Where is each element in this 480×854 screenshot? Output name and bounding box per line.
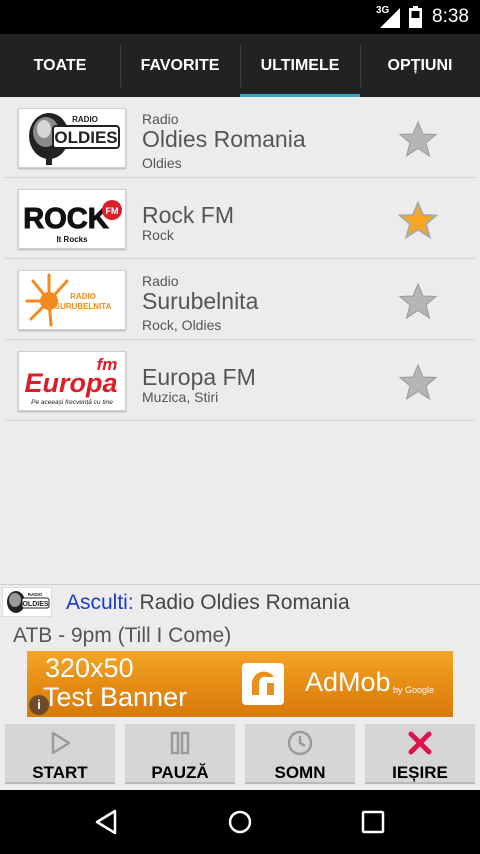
tab-bar: TOATE FAVORITE ULTIMELE OPȚIUNI [0,34,480,97]
admob-logo-icon [242,663,284,705]
svg-text:FM: FM [106,206,119,216]
tab-label: TOATE [33,56,87,74]
back-icon[interactable] [91,807,121,837]
ad-banner-brand: AdMob [305,667,391,697]
exit-button[interactable]: IEȘIRE [365,724,475,784]
star-icon[interactable] [398,119,438,159]
play-icon [51,731,71,755]
station-name: Oldies Romania [142,126,306,152]
svg-text:SURUBELNITA: SURUBELNITA [55,302,112,311]
start-label: START [32,763,88,782]
pause-label: PAUZĂ [151,763,209,782]
svg-text:OLDIES: OLDIES [22,601,48,608]
station-genres: Oldies [142,155,182,171]
station-prefix: Radio [142,111,179,127]
playback-controls: START PAUZĂ SOMN IEȘIRE [0,722,480,790]
tab-label: ULTIMELE [260,56,340,74]
svg-text:RADIO: RADIO [72,115,98,124]
station-logo-surubelnita: RADIO SURUBELNITA [18,270,126,330]
ad-info-icon[interactable]: i [29,695,49,715]
station-row[interactable]: RADIO OLDIES Radio Oldies Romania Oldies [4,97,476,178]
station-name: Europa FM [142,364,256,390]
station-row[interactable]: RADIO SURUBELNITA Radio Surubelnita Rock… [4,259,476,340]
station-logo-rockfm: ROCK FM It Rocks [18,189,126,249]
recents-icon[interactable] [358,807,388,837]
svg-text:Europa: Europa [24,368,117,398]
ad-banner-title: Test Banner [43,682,188,712]
station-genres: Rock, Oldies [142,317,222,333]
battery-icon [409,6,422,28]
svg-text:RADIO: RADIO [28,592,43,597]
tab-label: OPȚIUNI [387,56,453,74]
star-icon[interactable] [398,281,438,321]
start-button[interactable]: START [5,724,115,784]
network-type: 3G [376,5,390,16]
svg-text:It Rocks: It Rocks [56,235,88,244]
station-list: RADIO OLDIES Radio Oldies Romania Oldies… [0,97,480,421]
star-icon[interactable] [398,362,438,402]
svg-text:Pe aceeași frecvență cu tine: Pe aceeași frecvență cu tine [31,399,113,406]
station-genres: Rock [142,227,174,243]
sleep-label: SOMN [274,763,326,782]
star-icon[interactable] [398,200,438,240]
exit-label: IEȘIRE [392,763,448,782]
station-row[interactable]: ROCK FM It Rocks Rock FM Rock [4,178,476,259]
station-name: Rock FM [142,202,234,228]
status-bar: 3G 8:38 [0,0,480,34]
svg-text:RADIO: RADIO [70,292,96,301]
station-prefix: Radio [142,273,179,289]
status-clock: 8:38 [432,6,469,27]
now-playing: RADIO OLDIES Asculti: Radio Oldies Roman… [0,584,480,650]
now-playing-label: Asculti: [66,591,134,614]
station-logo-oldies: RADIO OLDIES [18,108,126,168]
pause-button[interactable]: PAUZĂ [125,724,235,784]
tab-toate[interactable]: TOATE [0,34,120,97]
ad-banner-size: 320x50 [45,653,134,683]
tab-optiuni[interactable]: OPȚIUNI [360,34,480,97]
now-playing-station: Radio Oldies Romania [139,591,350,614]
now-playing-song: ATB - 9pm (Till I Come) [13,624,232,647]
close-icon [408,731,432,755]
station-name: Surubelnita [142,288,259,314]
station-logo-europafm: fm Europa Pe aceeași frecvență cu tine [18,351,126,411]
station-row[interactable]: fm Europa Pe aceeași frecvență cu tine E… [4,340,476,421]
ad-banner-by: by Google [393,685,435,695]
pause-icon [170,731,190,755]
navigation-bar [0,790,480,854]
station-genres: Muzica, Stiri [142,389,219,405]
tab-label: FAVORITE [140,56,220,74]
svg-text:ROCK: ROCK [23,203,108,235]
tab-favorite[interactable]: FAVORITE [120,34,240,97]
now-playing-logo: RADIO OLDIES [2,587,52,617]
now-playing-line: Asculti: Radio Oldies Romania [66,591,350,615]
ad-banner[interactable]: 320x50 Test Banner AdMob by Google i [27,651,453,717]
svg-text:OLDIES: OLDIES [54,128,117,147]
home-icon[interactable] [225,807,255,837]
sleep-button[interactable]: SOMN [245,724,355,784]
tab-ultimele[interactable]: ULTIMELE [240,34,360,97]
clock-icon [287,730,313,756]
